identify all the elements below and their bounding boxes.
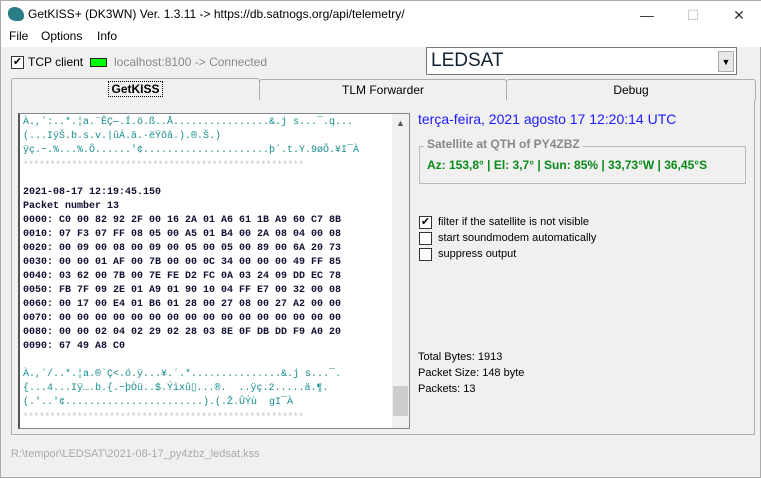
packet-timestamp: 2021-08-17 12:19:45.150 [23, 187, 162, 198]
current-datetime: terça-feira, 2021 agosto 17 12:20:14 UTC [418, 111, 677, 127]
ascii-line: (.'..'¢.......................).(.Ž.ÛÝù … [23, 397, 294, 408]
ascii-line: À.,ʼ:..*.¦a.¨ÊÇ—.Í.ö.ß..Å...............… [23, 117, 354, 128]
status-file-path: R:\tempor\LEDSAT\2021-08-17_py4zbz_ledsa… [11, 448, 260, 460]
ascii-line: (...IÿŠ.b.s.v.|ûÁ.ä.·ëŸôâ.).®.Š.) [23, 131, 222, 142]
packet-size: Packet Size: 148 byte [418, 367, 525, 379]
total-bytes: Total Bytes: 1913 [418, 351, 503, 363]
hex-line: 0050: FB 7F 09 2E 01 A9 01 90 10 04 FF E… [23, 285, 342, 296]
vertical-scrollbar[interactable]: ▲ [392, 114, 409, 428]
packet-count: Packets: 13 [418, 383, 476, 395]
packet-log-text: À.,ʼ:..*.¦a.¨ÊÇ—.Í.ö.ß..Å...............… [23, 116, 359, 424]
satellite-select[interactable]: LEDSAT ▼ [426, 47, 737, 75]
hex-line: 0010: 07 F3 07 FF 08 05 00 A5 01 B4 00 2… [23, 229, 342, 240]
connection-status: localhost:8100 -> Connected [114, 55, 268, 69]
separator: ****************************************… [23, 160, 304, 170]
hex-line: 0000: C0 00 82 92 2F 00 16 2A 01 A6 61 1… [23, 215, 342, 226]
start-soundmodem-label: start soundmodem automatically [438, 232, 597, 244]
suppress-output-label: suppress output [438, 248, 517, 260]
tab-getkiss-label: GetKISS [108, 81, 163, 97]
hex-line: 0030: 00 00 01 AF 00 7B 00 00 0C 34 00 0… [23, 257, 342, 268]
menu-info[interactable]: Info [97, 29, 117, 43]
maximize-button[interactable]: ☐ [670, 1, 716, 29]
scroll-up-icon[interactable]: ▲ [396, 118, 405, 128]
filter-visible-checkbox[interactable]: ✔ [419, 216, 432, 229]
hex-line: 0080: 00 00 02 04 02 29 02 28 03 8E 0F D… [23, 327, 342, 338]
separator: ****************************************… [23, 412, 304, 422]
satellite-select-value: LEDSAT [431, 50, 504, 71]
packet-number: Packet number 13 [23, 201, 120, 212]
minimize-button[interactable]: — [624, 1, 670, 29]
start-soundmodem-checkbox[interactable] [419, 232, 432, 245]
scrollbar-thumb[interactable] [393, 386, 408, 416]
filter-visible-label: filter if the satellite is not visible [438, 216, 590, 228]
ascii-line: À.,ʼ/..*.¦a.®`Ç<.ó.ÿ...¥.´.*............… [23, 369, 342, 380]
ascii-line: ÿç.−.%...%.Ô......'¢....................… [23, 145, 360, 156]
hex-line: 0040: 03 62 00 7B 00 7E FE D2 FC 0A 03 2… [23, 271, 342, 282]
close-button[interactable]: ✕ [716, 1, 761, 29]
satellite-app-icon [8, 7, 24, 21]
tab-tlm-forwarder[interactable]: TLM Forwarder [259, 79, 507, 100]
menu-file[interactable]: File [9, 29, 28, 43]
suppress-output-checkbox[interactable] [419, 248, 432, 261]
hex-line: 0090: 67 49 A8 C0 [23, 341, 126, 352]
ascii-line: {...4...Iÿ….b.{.~þÒü..$.Ýìxû▯...®. ..ÿç.… [23, 383, 329, 394]
window-title: GetKISS+ (DK3WN) Ver. 1.3.11 -> https://… [28, 7, 405, 21]
connection-status-led [90, 58, 107, 67]
packet-log[interactable]: À.,ʼ:..*.¦a.¨ÊÇ—.Í.ö.ß..Å...............… [18, 113, 410, 429]
tab-debug[interactable]: Debug [506, 79, 756, 100]
satellite-position: Az: 153,8° | El: 3,7° | Sun: 85% | 33,73… [427, 158, 708, 172]
chevron-down-icon[interactable]: ▼ [718, 51, 734, 72]
hex-line: 0020: 00 09 00 08 00 09 00 05 00 05 00 8… [23, 243, 342, 254]
hex-line: 0060: 00 17 00 E4 01 B6 01 28 00 27 08 0… [23, 299, 342, 310]
tcp-client-label: TCP client [28, 55, 84, 69]
tcp-client-checkbox[interactable]: ✔ [11, 56, 24, 69]
tab-getkiss[interactable]: GetKISS [11, 78, 260, 100]
groupbox-title: Satellite at QTH of PY4ZBZ [424, 137, 583, 151]
hex-line: 0070: 00 00 00 00 00 00 00 00 00 00 00 0… [23, 313, 342, 324]
title-bar: GetKISS+ (DK3WN) Ver. 1.3.11 -> https://… [1, 1, 761, 29]
menu-options[interactable]: Options [41, 29, 82, 43]
